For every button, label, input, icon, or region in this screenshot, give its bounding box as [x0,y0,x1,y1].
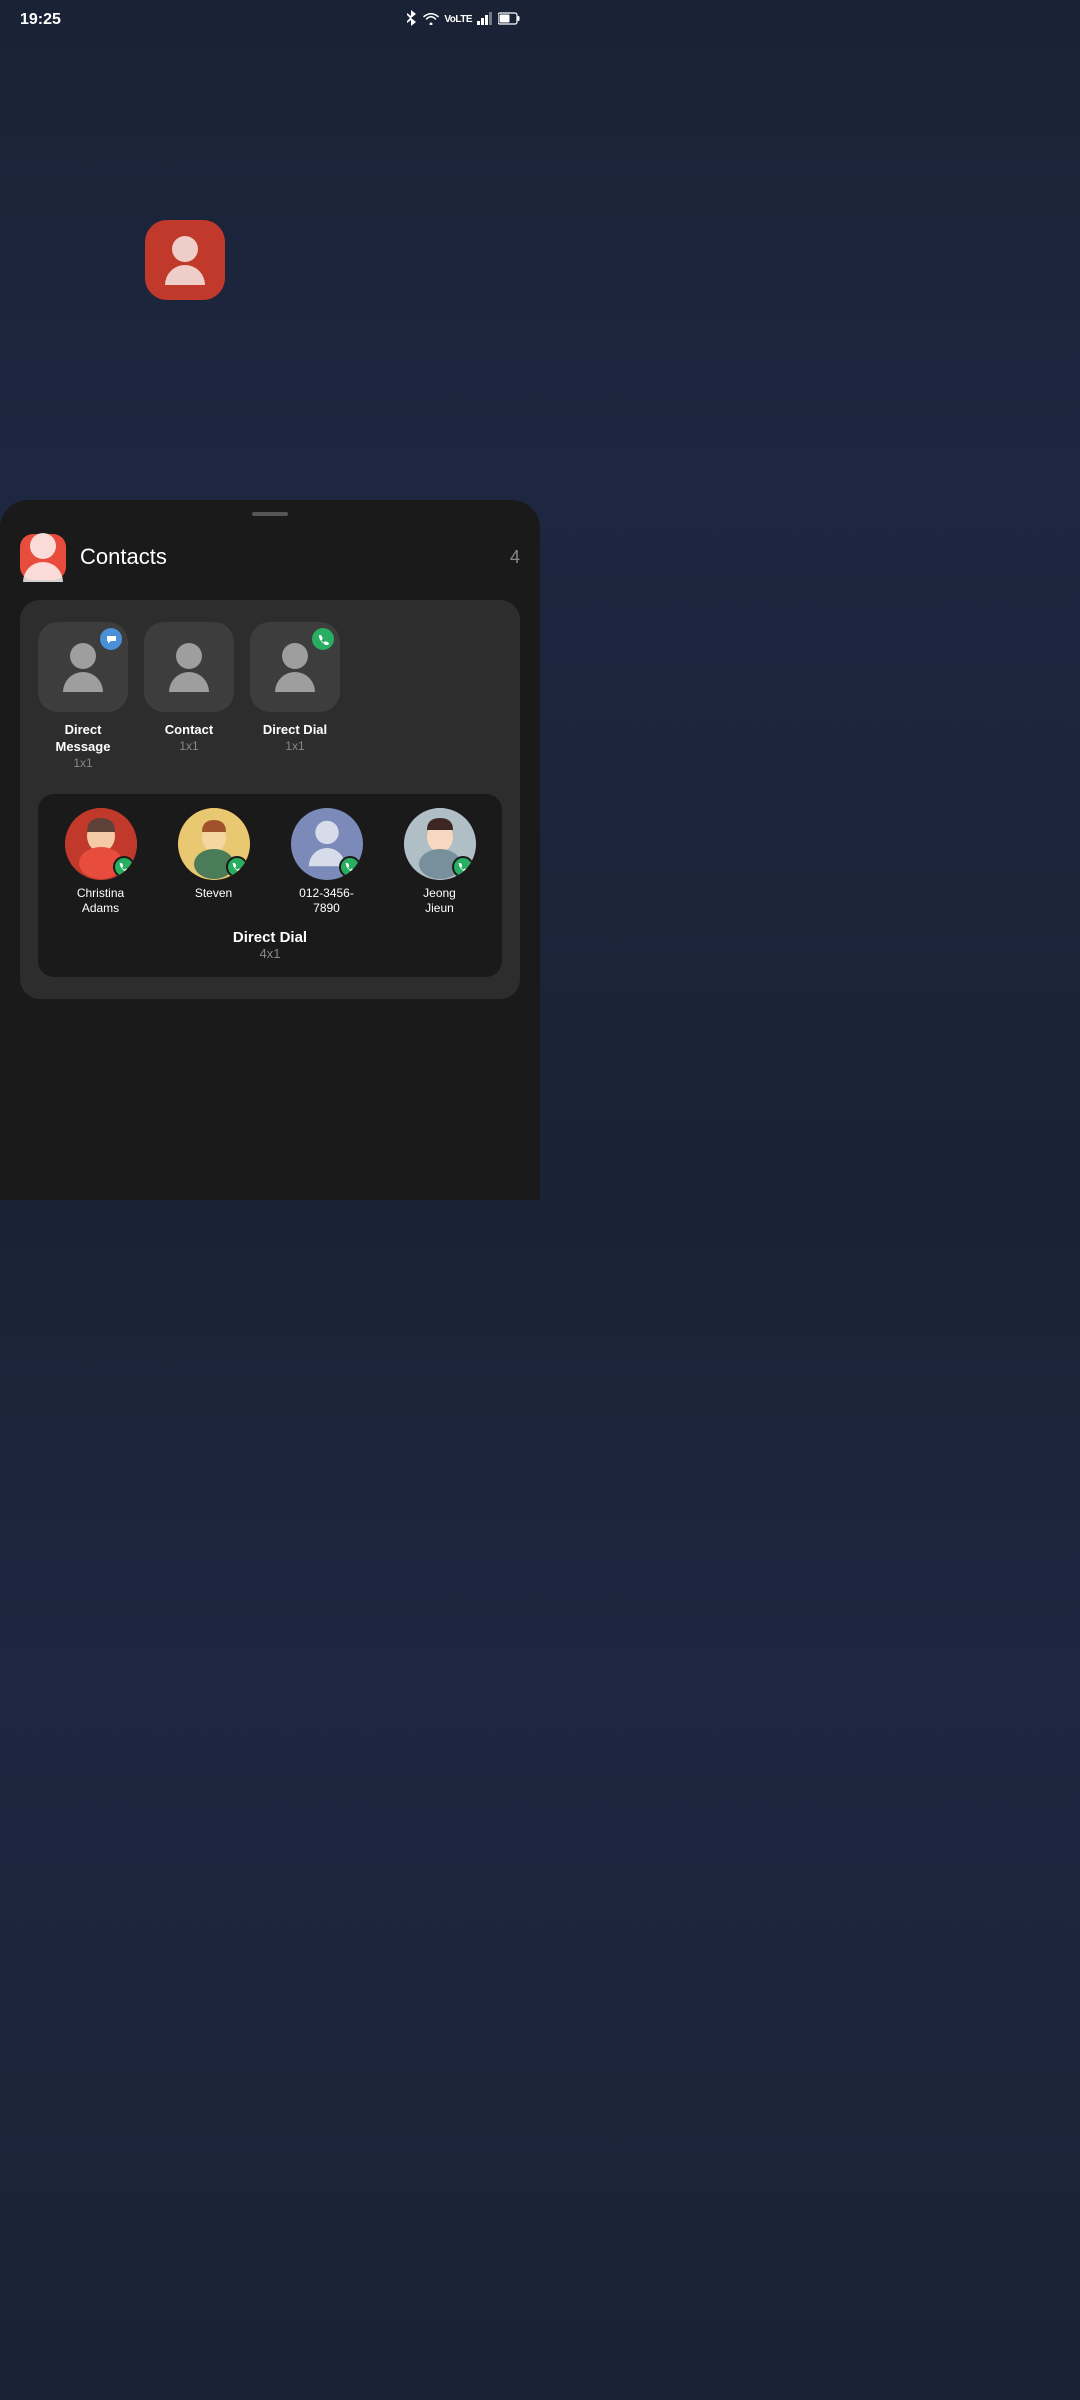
avatar-steven [178,808,250,880]
avatar-jeong [404,808,476,880]
name-jeong: JeongJieun [423,886,456,917]
widget-direct-message[interactable]: DirectMessage 1x1 [38,622,128,770]
phone-badge [312,628,334,650]
battery-icon [498,12,520,28]
name-steven: Steven [195,886,232,902]
widget-direct-dial-4x1[interactable]: ChristinaAdams [38,794,502,977]
direct-dial-footer: Direct Dial 4x1 [48,929,492,961]
widget-area: DirectMessage 1x1 Contact 1x1 [20,600,520,999]
drag-handle [252,512,288,516]
widget-direct-dial-small[interactable]: Direct Dial 1x1 [250,622,340,770]
widget-contact[interactable]: Contact 1x1 [144,622,234,770]
widget-direct-message-label: DirectMessage 1x1 [56,722,111,770]
dial-contact-number[interactable]: 012-3456-7890 [291,808,363,917]
volte-icon: VoLTE [444,14,472,25]
widget-contact-label: Contact 1x1 [165,722,213,753]
phone-badge-jeong [452,856,474,878]
avatar-number [291,808,363,880]
contacts-app-icon[interactable] [145,220,225,300]
dial-contact-steven[interactable]: Steven [178,808,250,917]
phone-badge-christina [113,856,135,878]
direct-dial-title: Direct Dial [48,929,492,946]
status-icons: VoLTE [404,10,520,29]
name-christina: ChristinaAdams [77,886,124,917]
avatar-christina [65,808,137,880]
status-bar: 19:25 VoLTE [0,0,540,35]
name-number: 012-3456-7890 [299,886,354,917]
bluetooth-icon [404,10,418,29]
dial-contacts-row: ChristinaAdams [48,808,492,917]
status-time: 19:25 [20,11,61,29]
contact-icon-box [144,622,234,712]
sheet-title: Contacts [80,544,510,570]
sheet-header: Contacts 4 [20,534,520,580]
wifi-icon [423,12,439,28]
bottom-sheet: Contacts 4 D [0,500,540,1200]
message-badge [100,628,122,650]
direct-message-icon-box [38,622,128,712]
phone-badge-steven [226,856,248,878]
direct-dial-size: 4x1 [48,946,492,961]
sheet-app-icon [20,534,66,580]
signal-icon [477,12,493,28]
direct-dial-small-icon-box [250,622,340,712]
dial-contact-christina[interactable]: ChristinaAdams [65,808,137,917]
widget-direct-dial-small-label: Direct Dial 1x1 [263,722,327,753]
dial-contact-jeong[interactable]: JeongJieun [404,808,476,917]
widgets-top-row: DirectMessage 1x1 Contact 1x1 [38,622,502,770]
sheet-count: 4 [510,547,520,568]
phone-badge-number [339,856,361,878]
